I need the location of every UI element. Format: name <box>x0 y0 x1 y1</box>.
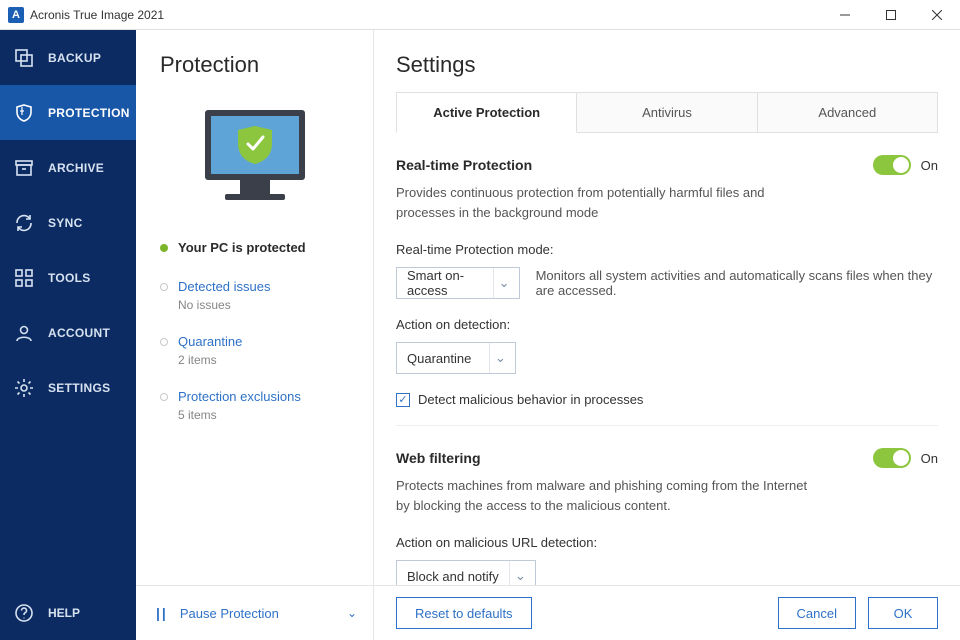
exclusions-sub: 5 items <box>160 404 373 434</box>
settings-content: Real-time Protection On Provides continu… <box>374 133 960 585</box>
chevron-down-icon: ⌄ <box>493 268 515 298</box>
web-action-select[interactable]: Block and notify ⌄ <box>396 560 536 585</box>
gear-icon <box>14 378 34 398</box>
bullet-icon <box>160 338 168 346</box>
web-toggle[interactable] <box>873 448 911 468</box>
detected-issues-sub: No issues <box>160 294 373 324</box>
settings-tabs: Active Protection Antivirus Advanced <box>396 92 938 133</box>
settings-panel: Settings Active Protection Antivirus Adv… <box>374 30 960 640</box>
chevron-down-icon: ⌄ <box>509 561 531 585</box>
pause-label: Pause Protection <box>180 606 335 621</box>
exclusions-link[interactable]: Protection exclusions <box>178 389 301 404</box>
detect-behavior-checkbox[interactable]: ✓ <box>396 393 410 407</box>
grid-icon <box>14 268 34 288</box>
sidebar-item-backup[interactable]: BACKUP <box>0 30 136 85</box>
sidebar-item-label: SYNC <box>48 216 83 230</box>
sidebar-item-settings[interactable]: SETTINGS <box>0 360 136 415</box>
protection-panel: Protection Your PC is protected Detected… <box>136 30 374 640</box>
section-realtime-protection: Real-time Protection On Provides continu… <box>396 133 938 426</box>
rtp-toggle-label: On <box>921 158 938 173</box>
web-title: Web filtering <box>396 450 873 466</box>
reset-defaults-button[interactable]: Reset to defaults <box>396 597 532 629</box>
quarantine-sub: 2 items <box>160 349 373 379</box>
sync-icon <box>14 213 34 233</box>
app-icon: A <box>8 7 24 23</box>
quarantine-link[interactable]: Quarantine <box>178 334 242 349</box>
tab-advanced[interactable]: Advanced <box>758 92 938 133</box>
rtp-title: Real-time Protection <box>396 157 873 173</box>
rtp-mode-hint: Monitors all system activities and autom… <box>536 268 938 298</box>
sidebar-item-label: SETTINGS <box>48 381 110 395</box>
minimize-button[interactable] <box>822 0 868 30</box>
sidebar-item-label: ACCOUNT <box>48 326 110 340</box>
bullet-icon <box>160 393 168 401</box>
tab-active-protection[interactable]: Active Protection <box>396 92 577 133</box>
pause-icon: || <box>156 605 168 621</box>
settings-heading: Settings <box>374 30 960 92</box>
protection-status: Your PC is protected <box>136 232 373 269</box>
archive-icon <box>14 158 34 178</box>
rtp-action-select[interactable]: Quarantine ⌄ <box>396 342 516 374</box>
web-toggle-label: On <box>921 451 938 466</box>
rtp-mode-select[interactable]: Smart on-access ⌄ <box>396 267 520 299</box>
web-action-value: Block and notify <box>407 569 499 584</box>
sidebar-item-account[interactable]: ACCOUNT <box>0 305 136 360</box>
bullet-icon <box>160 283 168 291</box>
help-icon <box>14 603 34 623</box>
detected-issues-link[interactable]: Detected issues <box>178 279 271 294</box>
chevron-down-icon: ⌄ <box>347 606 357 620</box>
protection-illustration <box>136 92 373 232</box>
sidebar-item-help[interactable]: HELP <box>0 585 136 640</box>
rtp-action-label: Action on detection: <box>396 311 938 338</box>
section-web-filtering: Web filtering On Protects machines from … <box>396 426 938 585</box>
ok-button[interactable]: OK <box>868 597 938 629</box>
cancel-button[interactable]: Cancel <box>778 597 856 629</box>
close-button[interactable] <box>914 0 960 30</box>
protection-heading: Protection <box>136 30 373 92</box>
chevron-down-icon: ⌄ <box>489 343 511 373</box>
copy-icon <box>14 48 34 68</box>
sidebar-item-tools[interactable]: TOOLS <box>0 250 136 305</box>
sidebar: BACKUP PROTECTION ARCHIVE SYNC TOOLS ACC… <box>0 30 136 640</box>
sidebar-item-label: HELP <box>48 606 80 620</box>
sidebar-item-label: TOOLS <box>48 271 91 285</box>
user-icon <box>14 323 34 343</box>
sidebar-item-label: ARCHIVE <box>48 161 104 175</box>
app-title: Acronis True Image 2021 <box>30 8 822 22</box>
sidebar-item-protection[interactable]: PROTECTION <box>0 85 136 140</box>
shield-icon <box>14 103 34 123</box>
maximize-button[interactable] <box>868 0 914 30</box>
link-exclusions: Protection exclusions 5 items <box>136 379 373 434</box>
detect-behavior-label: Detect malicious behavior in processes <box>418 392 643 407</box>
rtp-mode-label: Real-time Protection mode: <box>396 236 938 263</box>
link-detected-issues: Detected issues No issues <box>136 269 373 324</box>
web-action-label: Action on malicious URL detection: <box>396 529 938 556</box>
sidebar-item-archive[interactable]: ARCHIVE <box>0 140 136 195</box>
sidebar-item-label: PROTECTION <box>48 106 130 120</box>
rtp-action-value: Quarantine <box>407 351 471 366</box>
title-bar: A Acronis True Image 2021 <box>0 0 960 30</box>
sidebar-item-label: BACKUP <box>48 51 101 65</box>
rtp-desc: Provides continuous protection from pote… <box>396 175 938 236</box>
tab-antivirus[interactable]: Antivirus <box>577 92 757 133</box>
pause-protection-button[interactable]: || Pause Protection ⌄ <box>136 585 373 640</box>
sidebar-item-sync[interactable]: SYNC <box>0 195 136 250</box>
web-desc: Protects machines from malware and phish… <box>396 468 938 529</box>
rtp-toggle[interactable] <box>873 155 911 175</box>
status-text: Your PC is protected <box>178 240 306 255</box>
settings-footer: Reset to defaults Cancel OK <box>374 585 960 640</box>
status-dot-icon <box>160 244 168 252</box>
link-quarantine: Quarantine 2 items <box>136 324 373 379</box>
rtp-mode-value: Smart on-access <box>407 268 489 298</box>
